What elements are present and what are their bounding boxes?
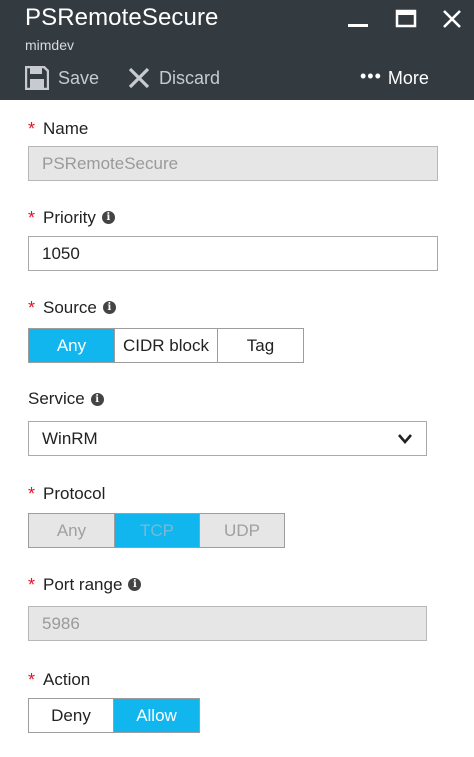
required-marker: * [28,119,36,139]
info-icon[interactable]: i [101,211,115,224]
protocol-label-text: Protocol [43,483,106,503]
discard-button[interactable]: Discard [128,64,220,92]
close-button[interactable] [437,6,467,32]
action-option-allow[interactable]: Allow [114,699,199,732]
action-label-text: Action [43,669,91,689]
blade-subtitle: mimdev [25,37,75,53]
required-marker: * [28,575,36,595]
more-dots-icon: ••• [360,65,382,86]
source-option-tag[interactable]: Tag [218,329,303,362]
required-marker: * [28,484,36,504]
blade-title: PSRemoteSecure [25,4,219,31]
port-range-label: * Port range i [28,574,142,595]
protocol-label: * Protocol [28,483,106,505]
name-field: PSRemoteSecure [28,146,438,181]
minimize-icon [348,24,368,27]
service-dropdown[interactable]: WinRM [28,421,427,456]
action-selector: Deny Allow [28,698,200,733]
maximize-icon [395,9,417,28]
required-marker: * [28,670,36,690]
info-icon[interactable]: i [90,392,104,406]
discard-icon [128,67,150,89]
more-button[interactable]: ••• More [360,64,429,92]
blade-header: PSRemoteSecure mimdev Save Discard ••• M… [0,0,474,100]
minimize-button[interactable] [343,6,373,32]
protocol-option-udp: UDP [200,514,284,547]
port-range-field-value: 5986 [42,613,80,633]
action-label: * Action [28,669,91,691]
name-label-text: Name [43,118,89,138]
priority-label: * Priority i [28,207,115,228]
more-label: More [387,67,429,88]
name-field-value: PSRemoteSecure [42,153,179,173]
required-marker: * [28,208,36,228]
source-option-cidr-block[interactable]: CIDR block [115,329,218,362]
save-button[interactable]: Save [25,64,99,92]
protocol-option-any: Any [29,514,115,547]
source-label-text: Source [43,297,97,317]
name-label: * Name [28,118,89,140]
action-option-deny[interactable]: Deny [29,699,114,732]
close-icon [443,10,461,28]
source-option-any[interactable]: Any [29,329,115,362]
discard-label: Discard [159,67,221,88]
maximize-button[interactable] [391,6,421,32]
info-icon[interactable]: i [102,301,116,314]
save-label: Save [58,67,100,88]
protocol-selector: Any TCP UDP [28,513,285,548]
port-range-label-text: Port range [43,574,123,594]
source-label: * Source i [28,297,116,318]
protocol-option-tcp: TCP [115,514,200,547]
save-icon [25,66,49,90]
priority-field[interactable]: 1050 [28,236,438,271]
source-selector: Any CIDR block Tag [28,328,304,363]
service-label-text: Service [28,389,85,408]
required-marker: * [28,298,36,318]
info-icon[interactable]: i [128,578,142,591]
chevron-down-icon [398,434,412,444]
priority-field-value: 1050 [42,243,80,263]
service-dropdown-value: WinRM [42,428,98,448]
priority-label-text: Priority [43,207,96,227]
service-label: Service i [28,389,104,409]
port-range-field: 5986 [28,606,427,641]
